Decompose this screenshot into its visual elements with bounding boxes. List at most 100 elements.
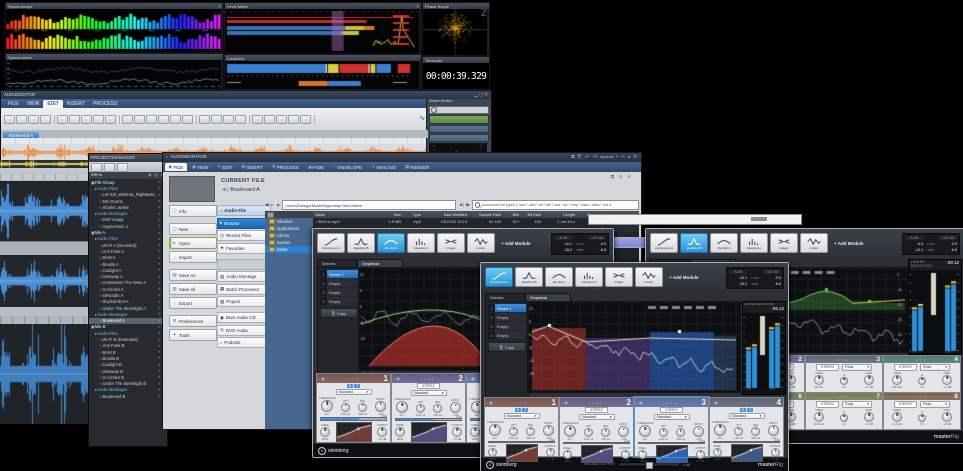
open-item-browse[interactable]: ▸ Browse — [217, 217, 271, 229]
ms-chips[interactable]: MS — [514, 407, 529, 412]
preset-dropdown[interactable]: Standard▾ — [728, 412, 765, 419]
montage-corner-icons[interactable]: ⧉ ⊡ ✕ — [611, 174, 633, 180]
copy-button[interactable]: ⎘ Copy — [488, 342, 526, 352]
drive-icon[interactable] — [267, 211, 274, 218]
freq-knob[interactable] — [892, 412, 902, 422]
ribbon-button[interactable] — [158, 114, 169, 124]
ribbon-button[interactable] — [235, 114, 246, 124]
eq-band-8[interactable]: ▫ • ▪ • 8 STEREO Peak ▾ FREQ 14.1 kHz Q 0.7 GAIN -1… — [883, 392, 961, 430]
nav-back-icon[interactable]: ◀ — [265, 202, 268, 208]
waveform-yellow[interactable] — [0, 160, 88, 168]
attack-knob[interactable] — [584, 428, 593, 437]
module-button-saturator-a[interactable]: Saturator A — [575, 267, 603, 287]
preset-dropdown[interactable]: Standard▾ — [578, 414, 615, 420]
comp-band-3[interactable]: ▫ ▦ • ▪ • 3 STEREOStandard▾THRESHOLD-8.2 ATT… — [633, 396, 710, 463]
montage-titlebar-tools[interactable]: ⧉ ⎘ ↶ ↷ ▭▭▭ ▾ ─ ◻ ✕ — [571, 154, 638, 160]
path-field[interactable]: /Users/Design/Music/Hypnotiqs New Mixes — [282, 200, 457, 210]
waveform-tool-icon[interactable]: ∿ — [420, 115, 425, 122]
add-module-button[interactable]: + Add Module — [501, 241, 530, 246]
knee-knob[interactable] — [563, 449, 572, 459]
q-knob[interactable] — [840, 377, 848, 385]
compressor-graph[interactable] — [527, 301, 741, 393]
column-type[interactable]: Type — [401, 213, 421, 217]
tab-process[interactable]: PROCESS — [89, 100, 121, 108]
stereo-tab[interactable]: STEREO — [893, 400, 918, 408]
ribbon-button[interactable] — [93, 114, 104, 124]
filter-type-dropdown[interactable]: Peak▾ — [920, 363, 951, 371]
attack-knob[interactable] — [659, 428, 668, 437]
scene-2[interactable]: 2 Empty — [488, 313, 526, 321]
file-button-save-all[interactable]: ▥ Save All — [169, 283, 217, 295]
file-button-new[interactable]: ▢ New — [169, 223, 217, 235]
ratio-knob[interactable] — [543, 424, 554, 436]
freq-knob[interactable] — [892, 375, 902, 385]
chip-m[interactable]: M — [346, 383, 354, 388]
ribbon-button[interactable] — [288, 114, 299, 124]
master-slot-1[interactable] — [429, 124, 489, 133]
tab-graphical[interactable]: Graphical — [357, 259, 403, 267]
attack-knob[interactable] — [341, 402, 350, 412]
ribbon-button[interactable] — [223, 114, 234, 124]
ms-chips[interactable]: MS — [739, 407, 754, 412]
mix-slider[interactable]: 4.02 — [395, 415, 462, 421]
chip-s[interactable]: S — [522, 407, 529, 412]
tab-view[interactable]: VIEW — [23, 100, 44, 108]
ribbon-button[interactable] — [40, 114, 51, 124]
threshold-knob[interactable] — [396, 401, 408, 413]
release-knob[interactable] — [601, 428, 610, 437]
module-button-compressor-a[interactable]: Compressor A — [317, 233, 345, 253]
output-knob[interactable] — [452, 427, 462, 437]
attack-knob[interactable] — [416, 404, 425, 413]
gain-knob[interactable] — [864, 375, 874, 385]
filter-type-dropdown[interactable]: Peak▾ — [842, 363, 873, 371]
knee-knob[interactable] — [470, 427, 480, 437]
mix-slider[interactable]: 4.02 — [563, 439, 630, 444]
attack-knob[interactable] — [509, 426, 518, 436]
ratio-knob[interactable] — [768, 424, 779, 436]
ribbon-button[interactable] — [57, 114, 68, 124]
ratio-knob[interactable] — [618, 426, 629, 437]
module-button-dyn-eq-a[interactable]: Dyn-EQ A — [710, 233, 738, 253]
tab-file[interactable]: FILE — [4, 100, 23, 108]
module-button-equalizer-b[interactable]: Equalizer B — [515, 267, 543, 287]
tab-scenes[interactable]: Scenes — [317, 259, 357, 267]
output-knob[interactable] — [771, 448, 780, 457]
copy-button[interactable]: ⎘ Copy — [320, 308, 358, 318]
ribbon-button[interactable] — [69, 114, 80, 124]
preset-dropdown[interactable]: Standard▾ — [335, 388, 372, 395]
stereo-tab[interactable]: STEREO — [893, 363, 918, 371]
knee-knob[interactable] — [713, 448, 722, 457]
open-item-batch-processor[interactable]: ▦ Batch Processor — [217, 283, 271, 295]
band-header-icons[interactable]: ▫ ▦ — [562, 401, 568, 405]
montage-tab-view[interactable]: ◉ VIEW — [188, 163, 212, 171]
band-header-icons[interactable]: ▫ ▦ — [712, 401, 718, 405]
knee-knob[interactable] — [320, 427, 330, 437]
threshold-knob[interactable] — [489, 423, 501, 436]
montage-tab-process[interactable]: ⚒ PROCESS — [268, 163, 303, 171]
ribbon-button[interactable] — [122, 114, 133, 124]
knee-knob[interactable] — [488, 448, 497, 457]
comp-band-1[interactable]: ▫ ▦ • ▪ • 1 M S Standard ▾ THRESHOLD -8.2 ATT 1.00… — [316, 373, 391, 443]
band-header-icons[interactable]: ▫ — [808, 395, 809, 399]
q-knob[interactable] — [918, 414, 926, 422]
master-slot-2[interactable] — [429, 133, 489, 142]
threshold-knob[interactable] — [321, 399, 333, 412]
output-knob[interactable] — [546, 448, 555, 457]
montage-tab-render[interactable]: ▦ RENDER — [401, 163, 433, 171]
module-button-saturator-a[interactable]: Saturator A — [740, 233, 768, 253]
ribbon-button[interactable] — [211, 114, 222, 124]
waveform-blue-right[interactable] — [0, 255, 88, 307]
column-size[interactable]: Size — [377, 213, 401, 217]
pm-toolbar-folder-icon[interactable] — [104, 162, 115, 172]
folder-system[interactable]: System — [265, 239, 313, 246]
module-button-imager[interactable]: Imager — [437, 233, 465, 253]
column-bits[interactable]: Bits — [501, 213, 519, 217]
filter-type-dropdown[interactable]: Peak▾ — [842, 400, 873, 408]
ribbon-button[interactable] — [264, 114, 275, 124]
open-item-podcast[interactable]: ♪ Podcast — [217, 337, 271, 348]
scene-4[interactable]: 4 Empty — [320, 297, 358, 305]
add-module-button[interactable]: + Add Module — [669, 275, 698, 280]
tab-edit[interactable]: EDIT — [43, 100, 63, 108]
comp-band-1[interactable]: ▫ ▦ • ▪ • 1 M S Standard ▾ THRESHOLD -8.2 ATT 1.00… — [484, 397, 559, 462]
mix-slider[interactable]: 4.02 — [638, 439, 705, 444]
